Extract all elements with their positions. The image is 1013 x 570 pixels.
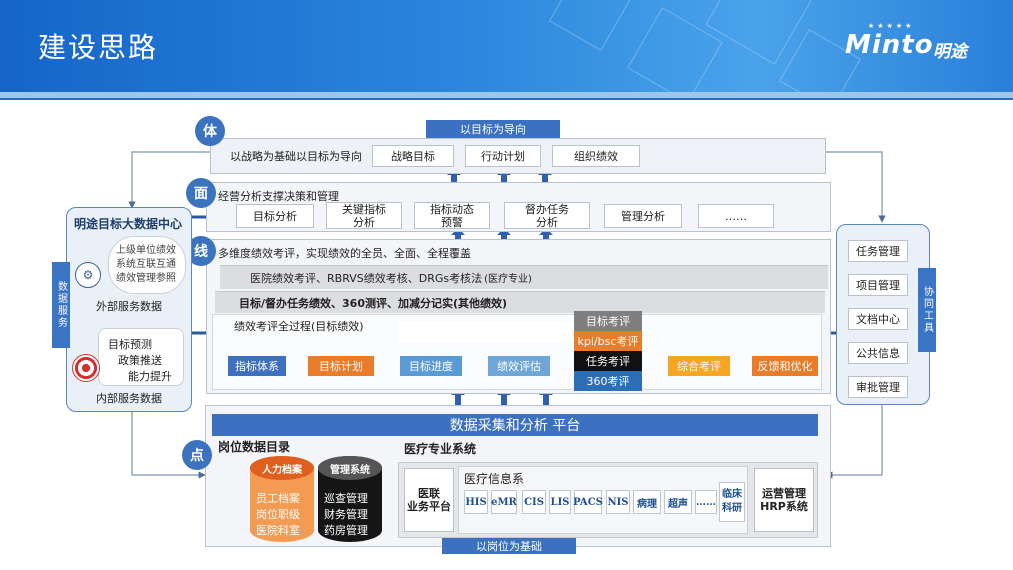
stack-target-eval: 目标考评 — [574, 311, 642, 331]
left-data-center-title: 明途目标大数据中心 — [74, 217, 183, 231]
catalog-title: 岗位数据目录 — [218, 440, 291, 454]
internal-item-policy: 政策推送 — [118, 354, 162, 367]
ti-item-strategy: 战略目标 — [372, 145, 454, 167]
ti-item-action-plan: 行动计划 — [465, 145, 541, 167]
tool-project-mgmt: 项目管理 — [848, 274, 908, 296]
sys-more: …… — [695, 490, 717, 514]
flow-step-evaluation: 绩效评估 — [488, 356, 550, 376]
bottom-banner: 以岗位为基础 — [442, 538, 576, 554]
stack-360-eval: 360考评 — [574, 371, 642, 391]
xian-row-medical-note: (医疗专业) — [484, 274, 532, 285]
sys-pathology: 病理 — [633, 490, 661, 514]
tool-task-mgmt: 任务管理 — [848, 240, 908, 262]
tool-approval-mgmt: 审批管理 — [848, 376, 908, 398]
data-platform-bar: 数据采集和分析 平台 — [212, 414, 818, 436]
ti-circle: 体 — [195, 116, 225, 146]
yilian-platform: 医联 业务平台 — [404, 468, 454, 532]
mian-description: 经营分析支撑决策和管理 — [218, 190, 339, 203]
sys-ultrasound: 超声 — [664, 490, 692, 514]
xian-row-medical-text: 医院绩效考评、RBRVS绩效考核、DRGs考核法 — [250, 271, 483, 285]
internal-item-prediction: 目标预测 — [108, 338, 152, 351]
hr-item-employee: 员工档案 — [256, 492, 300, 505]
sys-clinical-research: 临床 科研 — [719, 482, 745, 522]
hr-item-rank: 岗位职级 — [256, 508, 300, 521]
flow-step-feedback: 反馈和优化 — [752, 356, 818, 376]
medical-system-title: 医疗专业系统 — [404, 442, 477, 456]
sys-his: HIS — [464, 490, 488, 514]
dian-circle: 点 — [182, 440, 212, 470]
flow-step-progress: 目标进度 — [400, 356, 462, 376]
ti-item-org-performance: 组织绩效 — [552, 145, 640, 167]
mian-item-more: …… — [698, 204, 774, 228]
top-banner: 以目标为导向 — [426, 120, 560, 138]
process-title: 绩效考评全过程(目标绩效) — [234, 320, 364, 333]
mian-circle: 面 — [186, 178, 216, 208]
target-icon — [72, 354, 100, 382]
sys-pacs: PACS — [573, 490, 603, 514]
mian-item-dynamic-warning: 指标动态 预警 — [414, 202, 490, 229]
collab-tools-tag: 协同工具 — [918, 268, 936, 352]
brain-icon: ⚙ — [75, 262, 101, 288]
sys-cis: CIS — [522, 490, 546, 514]
mian-item-target-analysis: 目标分析 — [236, 204, 314, 228]
ti-description: 以战略为基础以目标为导向 — [230, 150, 362, 163]
tool-doc-center: 文档中心 — [848, 308, 908, 330]
mgmt-item-patrol: 巡查管理 — [324, 492, 368, 505]
internal-item-ability: 能力提升 — [128, 370, 172, 383]
sys-lis: LIS — [549, 490, 571, 514]
stack-kpi-bsc-eval: kpi/bsc考评 — [574, 331, 642, 351]
sys-nis: NIS — [606, 490, 630, 514]
flow-step-target-plan: 目标计划 — [308, 356, 374, 376]
hr-archive-title: 人力档案 — [250, 456, 314, 480]
mgmt-system-title: 管理系统 — [318, 456, 382, 480]
mian-item-kpi-analysis: 关键指标 分析 — [326, 202, 402, 229]
flow-step-indicator-system: 指标体系 — [228, 356, 286, 376]
xian-row-other: 目标/督办任务绩效、360测评、加减分记实(其他绩效) — [215, 291, 825, 313]
external-cloud-text: 上级单位绩效 系统互联互通 绩效管理参照 — [116, 245, 176, 284]
medical-info-title: 医疗信息系 — [464, 472, 525, 486]
internal-data-label: 内部服务数据 — [96, 392, 162, 405]
mgmt-item-pharmacy: 药房管理 — [324, 524, 368, 537]
xian-row-medical: 医院绩效考评、RBRVS绩效考核、DRGs考核法 (医疗专业) — [220, 265, 828, 289]
tool-public-info: 公共信息 — [848, 342, 908, 364]
sys-emr: eMR — [491, 490, 517, 514]
hr-item-department: 医院科室 — [256, 524, 300, 537]
hrp-system: 运营管理 HRP系统 — [754, 468, 814, 532]
external-data-label: 外部服务数据 — [96, 300, 162, 313]
mian-item-mgmt-analysis: 管理分析 — [604, 204, 682, 228]
xian-description: 多维度绩效考评，实现绩效的全员、全面、全程覆盖 — [218, 247, 471, 260]
stack-task-eval: 任务考评 — [574, 351, 642, 371]
mgmt-item-finance: 财务管理 — [324, 508, 368, 521]
flow-step-comprehensive: 综合考评 — [668, 356, 730, 376]
process-loop-area — [398, 322, 574, 342]
mian-item-task-analysis: 督办任务 分析 — [504, 202, 590, 229]
data-service-tag: 数据服务 — [52, 262, 70, 348]
